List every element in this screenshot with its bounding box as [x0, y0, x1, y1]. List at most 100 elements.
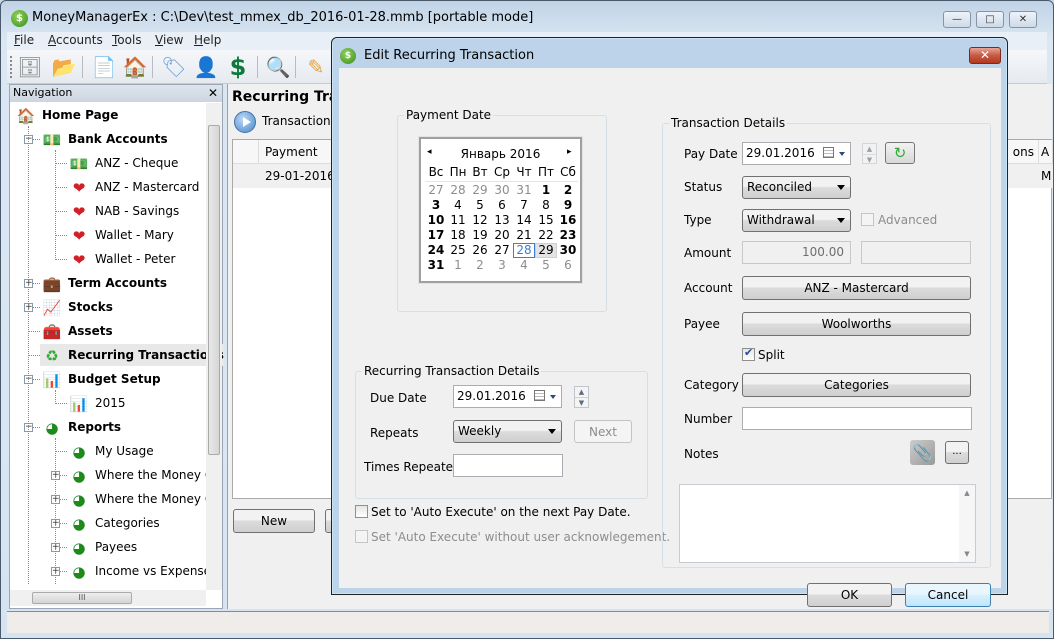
nav-item-anz-mastercard[interactable]: ❤ ANZ - Mastercard — [67, 176, 200, 198]
nav-item-term-accounts[interactable]: 💼 Term Accounts — [40, 272, 167, 294]
menu-file[interactable]: File — [14, 33, 34, 47]
cancel-button[interactable]: Cancel — [905, 583, 991, 607]
calendar-day[interactable]: 16 — [557, 213, 579, 228]
notes-more-button[interactable]: ... — [945, 441, 969, 464]
split-checkbox[interactable] — [742, 346, 755, 361]
calendar-day[interactable]: 27 — [425, 183, 447, 198]
spin-down-icon[interactable]: ▼ — [863, 155, 876, 166]
calendar-day[interactable]: 29 — [469, 183, 491, 198]
recurring-cycle-button[interactable]: ↻ — [885, 142, 915, 164]
calendar-day[interactable]: 8 — [535, 198, 557, 213]
calendar-day[interactable]: 11 — [447, 213, 469, 228]
attachment-button[interactable]: 📎 — [910, 440, 935, 465]
navigation-vertical-scroll-thumb[interactable] — [208, 125, 220, 455]
calendar-day[interactable]: 24 — [425, 243, 447, 258]
spin-up-icon[interactable]: ▲ — [863, 144, 876, 155]
grid-header-account[interactable]: A — [1039, 140, 1053, 164]
minimize-button[interactable]: — — [943, 11, 971, 28]
menu-tools[interactable]: Tools — [112, 33, 142, 47]
transaction-filter-label[interactable]: Transaction F — [262, 114, 341, 128]
nav-item-categories[interactable]: ◕ Categories — [67, 512, 159, 534]
home-icon[interactable]: 🏠 — [122, 54, 148, 80]
nav-item-where-the-money-g[interactable]: ◕ Where the Money G — [67, 464, 214, 486]
nav-item-anz-cheque[interactable]: 💵 ANZ - Cheque — [67, 152, 179, 174]
calendar-day[interactable]: 23 — [557, 228, 579, 243]
spin-down-icon[interactable]: ▼ — [575, 398, 588, 409]
toolbar-grip[interactable] — [10, 56, 13, 78]
category-button[interactable]: Categories — [742, 373, 971, 397]
calendar-day[interactable]: 15 — [535, 213, 557, 228]
calendar-day[interactable]: 21 — [513, 228, 535, 243]
calendar-day[interactable]: 27 — [491, 243, 513, 258]
calendar-day[interactable]: 3 — [425, 198, 447, 213]
due-date-picker[interactable]: 29.01.2016 — [453, 385, 562, 408]
calendar-selected-day[interactable]: 29 — [535, 243, 557, 258]
database-icon[interactable]: 🗄 — [17, 54, 43, 80]
menu-accounts[interactable]: Accounts — [48, 33, 103, 47]
calendar-day[interactable]: 31 — [425, 258, 447, 273]
calendar-day[interactable]: 25 — [447, 243, 469, 258]
nav-item-stocks[interactable]: 📈 Stocks — [40, 296, 113, 318]
calendar-day[interactable]: 30 — [557, 243, 579, 258]
notes-scrollbar[interactable]: ▲ ▼ — [959, 485, 975, 562]
calendar-day[interactable]: 18 — [447, 228, 469, 243]
new-file-icon[interactable]: 📄 — [91, 54, 117, 80]
calendar-day[interactable]: 10 — [425, 213, 447, 228]
calendar-day[interactable]: 5 — [469, 198, 491, 213]
nav-item-budget-setup[interactable]: 📊 Budget Setup — [40, 368, 161, 390]
advanced-checkbox[interactable] — [861, 213, 874, 226]
nav-item-bank-accounts[interactable]: 💵 Bank Accounts — [40, 128, 168, 150]
pay-date-spinner[interactable]: ▲ ▼ — [862, 143, 877, 164]
number-input[interactable] — [742, 407, 972, 430]
calendar-day[interactable]: 4 — [447, 198, 469, 213]
times-repeated-input[interactable] — [453, 454, 563, 477]
navigation-close-button[interactable]: ✕ — [208, 85, 218, 101]
split-label[interactable]: Split — [758, 348, 785, 362]
user-icon[interactable]: 👤 — [193, 54, 219, 80]
nav-item-reports[interactable]: ◕ Reports — [40, 416, 121, 438]
calendar-day[interactable]: 30 — [491, 183, 513, 198]
nav-item-recurring-transactions[interactable]: ♻ Recurring Transactions — [40, 344, 224, 366]
tag-icon[interactable]: 🏷 — [161, 54, 187, 80]
calendar-day[interactable]: 14 — [513, 213, 535, 228]
calendar-today[interactable]: 28 — [513, 243, 535, 258]
nav-item-2015[interactable]: 📊 2015 — [67, 392, 126, 414]
next-month-button[interactable]: ▸ — [567, 147, 572, 157]
edit-search-icon[interactable]: ✎ — [303, 54, 329, 80]
nav-item-wallet-peter[interactable]: ❤ Wallet - Peter — [67, 248, 176, 270]
play-icon[interactable] — [234, 111, 256, 133]
nav-item-assets[interactable]: 🧰 Assets — [40, 320, 113, 342]
next-button[interactable]: Next — [574, 420, 632, 443]
calendar-day[interactable]: 1 — [535, 183, 557, 198]
due-date-spinner[interactable]: ▲ ▼ — [574, 386, 589, 408]
calendar-day[interactable]: 19 — [469, 228, 491, 243]
nav-item-where-the-money-c[interactable]: ◕ Where the Money C — [67, 488, 213, 510]
repeats-dropdown[interactable]: Weekly — [453, 420, 562, 443]
calendar-day[interactable]: 6 — [491, 198, 513, 213]
calendar-day[interactable]: 17 — [425, 228, 447, 243]
calendar-day[interactable]: 7 — [513, 198, 535, 213]
row-account[interactable]: M — [1039, 164, 1053, 188]
open-folder-icon[interactable]: 📂 — [51, 54, 77, 80]
account-button[interactable]: ANZ - Mastercard — [742, 276, 971, 300]
scroll-down-icon[interactable]: ▼ — [959, 550, 975, 558]
calendar-day[interactable]: 2 — [557, 183, 579, 198]
pay-date-picker[interactable]: 29.01.2016 — [742, 142, 851, 165]
calendar-day[interactable]: 6 — [557, 258, 579, 273]
auto-execute-silent-checkbox[interactable] — [355, 530, 368, 543]
type-dropdown[interactable]: Withdrawal — [742, 209, 851, 232]
new-button[interactable]: New — [233, 509, 315, 533]
nav-item-income-vs-expenses[interactable]: ◕ Income vs Expenses — [67, 560, 217, 582]
ok-button[interactable]: OK — [807, 583, 892, 607]
calendar-day[interactable]: 26 — [469, 243, 491, 258]
calendar-day[interactable]: 5 — [535, 258, 557, 273]
nav-item-nab-savings[interactable]: ❤ NAB - Savings — [67, 200, 180, 222]
nav-item-home-page[interactable]: 🏠 Home Page — [14, 104, 119, 126]
calendar-day[interactable]: 12 — [469, 213, 491, 228]
calendar-day[interactable]: 4 — [513, 258, 535, 273]
nav-item-payees[interactable]: ◕ Payees — [67, 536, 137, 558]
dialog-close-button[interactable]: ✕ — [969, 47, 1001, 64]
calendar-day[interactable]: 28 — [447, 183, 469, 198]
auto-execute-checkbox[interactable] — [355, 505, 368, 518]
navigation-horizontal-scroll-thumb[interactable]: III — [32, 592, 132, 604]
